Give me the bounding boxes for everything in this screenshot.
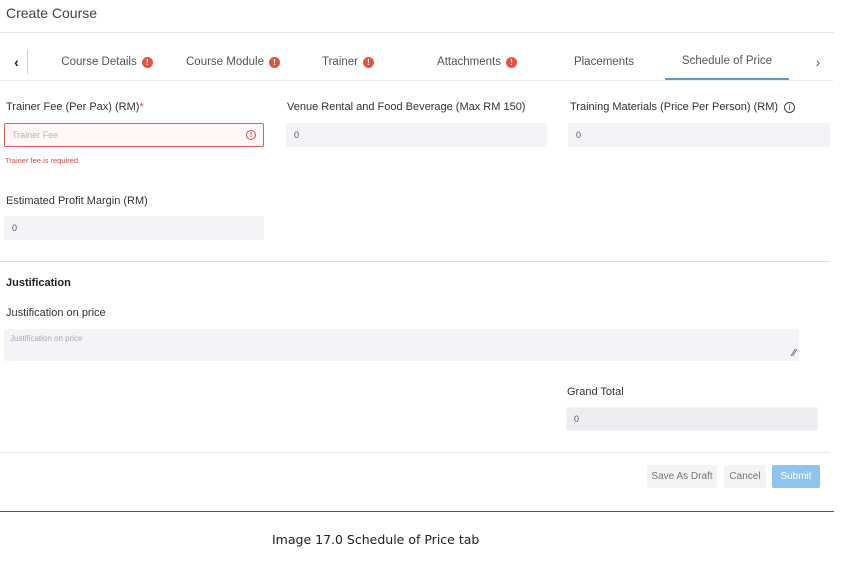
submit-button[interactable]: Submit — [772, 465, 820, 488]
trainer-fee-label: Trainer Fee (Per Pax) (RM)* — [6, 101, 144, 113]
profit-margin-value: 0 — [12, 223, 18, 233]
warning-icon: ! — [505, 56, 517, 68]
venue-rental-input[interactable]: 0 — [286, 123, 547, 147]
tab-bar-divider — [0, 80, 834, 81]
tab-label: Schedule of Price — [681, 55, 773, 67]
tab-placements[interactable]: Placements — [556, 44, 652, 80]
justification-placeholder: Justification on price — [10, 334, 83, 343]
tab-label: Placements — [573, 56, 635, 68]
training-materials-value: 0 — [576, 130, 582, 140]
venue-rental-value: 0 — [294, 130, 300, 140]
tab-label: Trainer — [322, 56, 358, 68]
trainer-fee-input[interactable]: Trainer Fee ! — [4, 123, 264, 147]
tab-course-module[interactable]: Course Module ! — [174, 44, 292, 80]
training-materials-label-text: Training Materials (Price Per Person) (R… — [570, 101, 779, 113]
trainer-fee-error: Trainer fee is required — [5, 156, 79, 165]
caption-divider — [0, 511, 834, 512]
chevron-left-icon[interactable]: ‹ — [6, 50, 28, 74]
venue-rental-label: Venue Rental and Food Beverage (Max RM 1… — [287, 101, 526, 113]
training-materials-label: Training Materials (Price Per Person) (R… — [570, 101, 796, 113]
tab-label: Course Module — [186, 56, 264, 68]
section-divider — [0, 261, 830, 262]
warning-icon: ! — [268, 56, 280, 68]
justification-textarea[interactable]: Justification on price ⁄⁄ — [4, 329, 799, 361]
justification-section-title: Justification — [6, 277, 71, 289]
tab-bar: ‹ Course Details ! Course Module ! Train… — [0, 44, 834, 80]
info-icon[interactable]: i — [784, 101, 796, 113]
cancel-button[interactable]: Cancel — [724, 465, 766, 488]
required-asterisk: * — [139, 101, 144, 113]
profit-margin-input[interactable]: 0 — [4, 216, 264, 240]
grand-total-label: Grand Total — [567, 386, 624, 398]
footer-divider — [0, 452, 830, 453]
trainer-fee-placeholder: Trainer Fee — [12, 130, 59, 140]
error-icon: ! — [246, 130, 256, 140]
grand-total-value: 0 — [574, 414, 580, 424]
resize-handle-icon[interactable]: ⁄⁄ — [793, 348, 796, 359]
tab-course-details[interactable]: Course Details ! — [48, 44, 166, 80]
tab-label: Course Details — [61, 56, 137, 68]
chevron-right-icon[interactable]: › — [810, 50, 826, 74]
training-materials-input[interactable]: 0 — [568, 123, 830, 147]
save-draft-button[interactable]: Save As Draft — [647, 465, 717, 488]
title-divider — [0, 32, 834, 33]
tab-schedule-of-price[interactable]: Schedule of Price — [665, 44, 789, 80]
tab-label: Attachments — [437, 56, 501, 68]
figure-caption: Image 17.0 Schedule of Price tab — [272, 532, 480, 547]
warning-icon: ! — [141, 56, 153, 68]
warning-icon: ! — [363, 56, 374, 68]
grand-total-field: 0 — [566, 407, 818, 431]
tab-trainer[interactable]: Trainer ! — [300, 44, 396, 80]
trainer-fee-label-text: Trainer Fee (Per Pax) (RM) — [6, 101, 140, 113]
justification-label: Justification on price — [6, 307, 106, 319]
profit-margin-label: Estimated Profit Margin (RM) — [6, 195, 148, 207]
tab-attachments[interactable]: Attachments ! — [424, 44, 530, 80]
page-title: Create Course — [6, 5, 98, 21]
